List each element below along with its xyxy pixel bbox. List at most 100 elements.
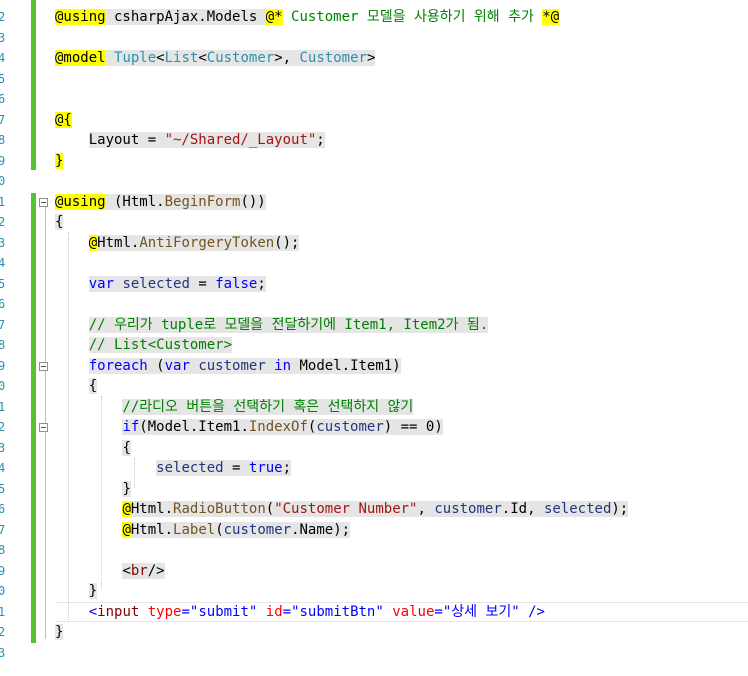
line-number: 2	[0, 10, 6, 24]
change-bar	[31, 193, 36, 643]
code-token: <	[156, 50, 165, 66]
code-token: Customer	[299, 50, 367, 66]
code-line[interactable]: @using csharpAjax.Models @* Customer 모델을…	[55, 7, 560, 27]
code-line[interactable]: selected = true;	[55, 458, 292, 478]
code-token: IndexOf	[248, 419, 308, 435]
line-number: 6	[0, 92, 6, 106]
code-token: />	[147, 562, 165, 579]
line-number: 7	[0, 112, 6, 127]
line-number: 3	[0, 30, 6, 45]
code-token: Model.Item1)	[291, 357, 401, 374]
code-editor[interactable]: 2 3 4 5 6 7 8 9 0 1 2 3 4 5 6 7 8 9 0 1 2 3 4 5 6 7 8 9 0 1 2 3 @using …	[0, 0, 748, 676]
code-token: foreach	[88, 357, 148, 374]
code-token: ;	[282, 460, 292, 476]
code-token: customer	[434, 501, 502, 517]
code-line[interactable]: <br/>	[55, 561, 165, 581]
code-token: id	[265, 603, 283, 620]
code-line[interactable]: <input type="submit" id="submitBtn" valu…	[55, 602, 545, 622]
code-line[interactable]: var selected = false;	[55, 274, 266, 294]
code-line[interactable]: {	[55, 376, 98, 396]
code-token: }	[122, 480, 131, 497]
code-token: =	[434, 603, 443, 620]
line-number: 8	[0, 338, 6, 352]
code-token: =	[223, 460, 249, 476]
code-line[interactable]: @Html.RadioButton("Customer Number", cus…	[55, 499, 629, 519]
code-line[interactable]: }	[55, 581, 98, 601]
code-token	[265, 357, 275, 374]
code-token: "~/Shared/_Layout"	[164, 132, 317, 148]
code-line[interactable]: // List<Customer>	[55, 335, 233, 355]
code-token: (Model.Item1.	[139, 419, 249, 435]
line-number: 0	[0, 584, 6, 598]
code-token: false	[215, 275, 258, 292]
code-token: );	[611, 501, 629, 517]
code-token: // 우리가 tuple로 모델을 전달하기에 Item1, Item2가 됨.	[88, 316, 489, 333]
code-token: (Html.	[105, 193, 165, 210]
code-token: <	[122, 562, 131, 579]
change-bar	[31, 110, 36, 170]
line-number: 5	[0, 481, 6, 496]
code-line[interactable]: }	[55, 151, 64, 171]
code-token: }	[55, 152, 64, 169]
code-token: @*	[265, 9, 283, 25]
code-token: @	[122, 521, 131, 538]
code-token: input	[97, 603, 140, 620]
code-line[interactable]: Layout = "~/Shared/_Layout";	[55, 130, 325, 150]
line-number: 0	[0, 174, 6, 188]
code-token: (	[215, 521, 224, 538]
code-line[interactable]: @using (Html.BeginForm())	[55, 192, 266, 212]
code-token: List	[164, 50, 199, 66]
code-line[interactable]: }	[55, 479, 131, 499]
code-token: @	[88, 234, 98, 251]
collapse-icon[interactable]	[39, 362, 48, 371]
line-number: 2	[0, 420, 6, 434]
code-line[interactable]: //라디오 버튼을 선택하기 혹은 선택하지 않기	[55, 397, 414, 417]
code-token: (	[265, 501, 275, 517]
line-number: 6	[0, 297, 6, 311]
code-line[interactable]: {	[55, 438, 131, 458]
code-token: @	[122, 501, 131, 517]
collapse-icon[interactable]	[39, 198, 48, 207]
code-line[interactable]: @{	[55, 110, 72, 130]
code-token: =	[181, 603, 190, 620]
code-token: Customer 모델을 사용하기 위해 추가	[282, 9, 543, 25]
code-token: <	[88, 603, 98, 620]
code-token: customer	[223, 521, 292, 538]
line-number: 8	[0, 133, 6, 147]
line-number: 3	[0, 645, 6, 660]
line-number: 3	[0, 440, 6, 455]
code-line[interactable]: // 우리가 tuple로 모델을 전달하기에 Item1, Item2가 됨.	[55, 315, 489, 335]
code-line[interactable]: {	[55, 212, 64, 232]
line-number: 4	[0, 51, 6, 65]
code-line[interactable]: @model Tuple<List<Customer>, Customer>	[55, 48, 376, 68]
collapse-icon[interactable]	[39, 423, 48, 432]
line-number: 8	[0, 543, 6, 557]
line-number: 4	[0, 256, 6, 270]
code-token: />	[519, 603, 545, 620]
line-number: 9	[0, 563, 6, 578]
code-line[interactable]: if(Model.Item1.IndexOf(customer) == 0)	[55, 417, 443, 437]
code-token: value	[392, 603, 435, 620]
code-line[interactable]: @Html.Label(customer.Name);	[55, 520, 351, 540]
code-token: true	[248, 460, 283, 476]
code-token: ;	[316, 132, 325, 148]
code-line[interactable]: }	[55, 622, 64, 642]
code-token: @using	[55, 193, 106, 210]
code-token: >,	[274, 50, 300, 66]
code-token: *@	[542, 9, 560, 25]
code-token: selected	[156, 460, 224, 476]
code-token	[105, 50, 115, 66]
code-line[interactable]: @Html.AntiForgeryToken();	[55, 233, 300, 253]
code-line[interactable]: foreach (var customer in Model.Item1)	[55, 356, 401, 376]
line-number: 2	[0, 625, 6, 639]
